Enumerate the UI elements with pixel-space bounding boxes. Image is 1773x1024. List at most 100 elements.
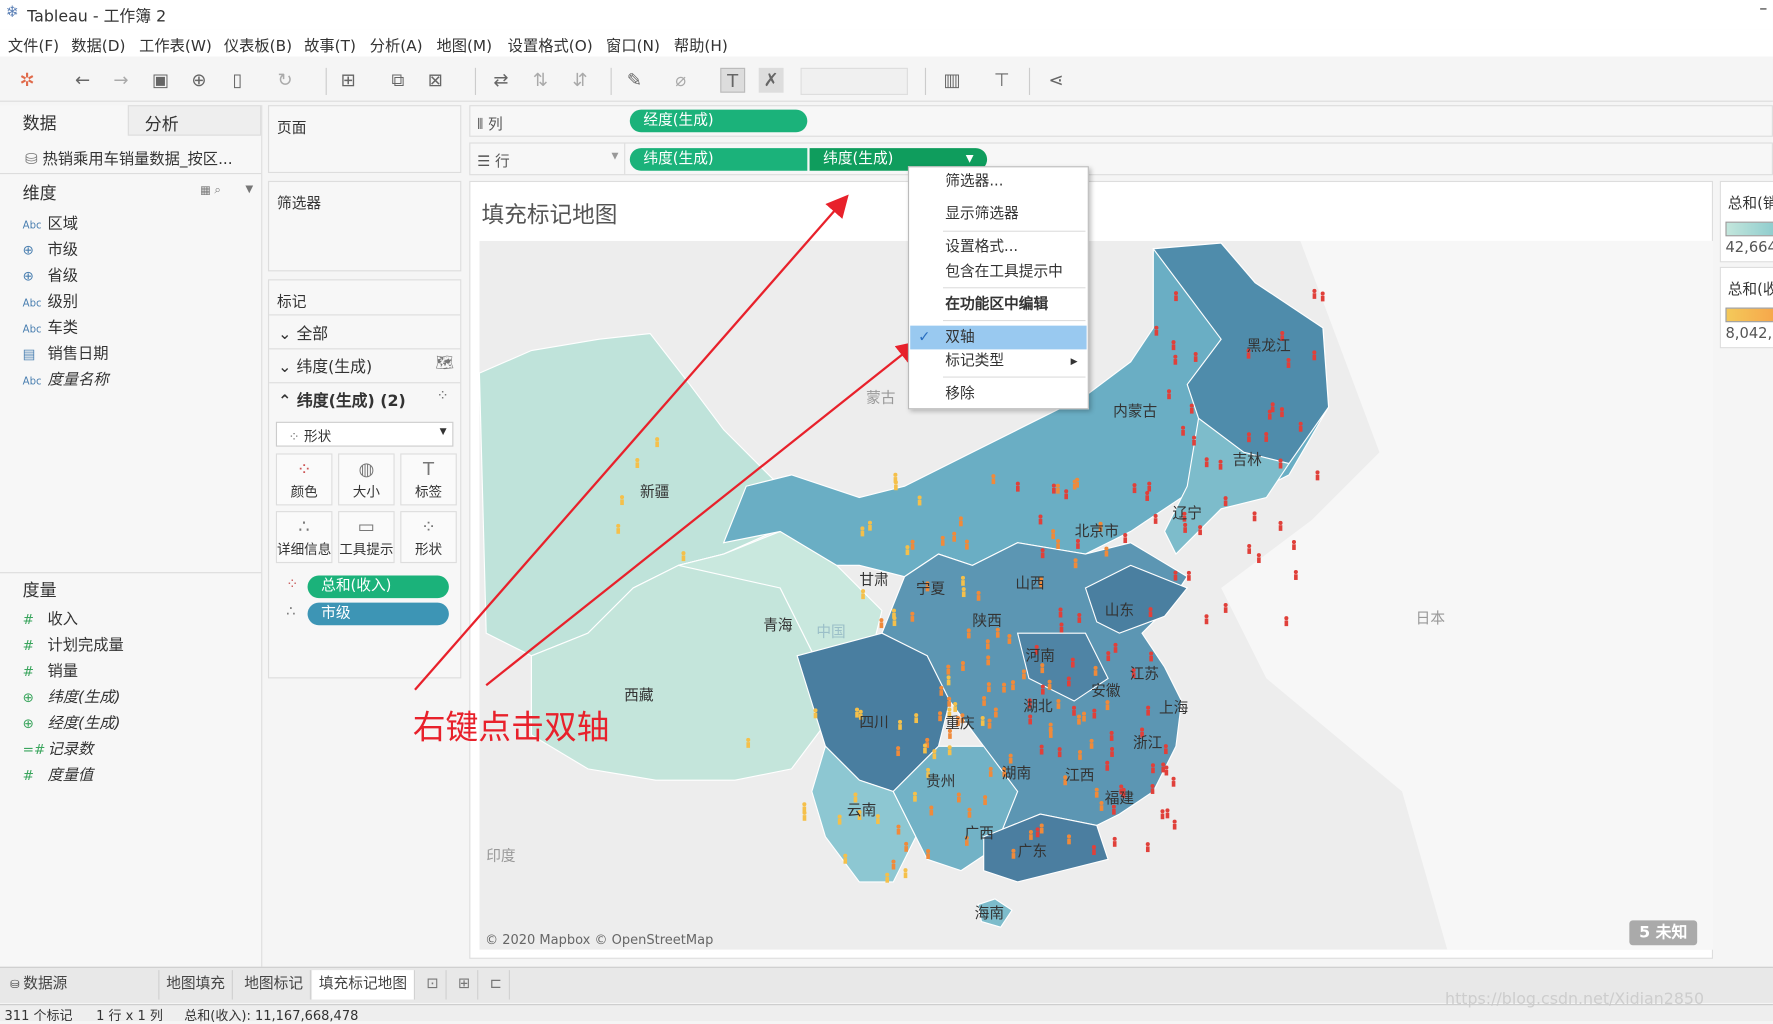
map-mark[interactable] [953,701,958,712]
map-mark[interactable] [1066,676,1071,687]
map-mark[interactable] [1094,787,1099,798]
map-mark[interactable] [1077,749,1083,760]
map-mark[interactable] [1252,511,1257,522]
map-mark[interactable] [1028,714,1033,725]
map-mark[interactable] [1172,819,1177,830]
map-mark[interactable] [1051,529,1056,540]
map-mark[interactable] [1267,409,1272,420]
marks-layer-all[interactable]: ⌄ 全部 [278,322,328,345]
measure-field[interactable]: # 度量值 [23,762,94,785]
map-mark[interactable] [1105,700,1110,711]
map-mark[interactable] [1104,546,1109,557]
map-mark[interactable] [1173,570,1178,581]
map-mark[interactable] [903,868,908,879]
dimension-field[interactable]: ▤ 销售日期 [23,340,109,363]
map-mark[interactable] [1001,682,1007,693]
map-mark[interactable] [1008,753,1013,764]
map-mark[interactable] [896,746,901,757]
menu-item-dual-axis[interactable]: ✓ 双轴 [910,325,1087,350]
legend-revenue[interactable]: 总和(收 8,042,0 [1719,266,1773,349]
map-mark[interactable] [914,713,919,724]
marks-layer-2[interactable]: ⌃ 纬度(生成) (2) [278,389,406,412]
map-mark[interactable] [1171,776,1176,787]
map-mark[interactable] [1149,651,1154,662]
map-mark[interactable] [1145,842,1150,853]
menu-item-edit-in-shelf[interactable]: 在功能区中编辑 [910,293,1086,317]
map-mark[interactable] [1105,760,1110,771]
show-me-icon[interactable]: ▥ [940,68,965,93]
map-mark[interactable] [1010,680,1016,691]
map-mark[interactable] [1171,340,1176,351]
map-mark[interactable] [1198,525,1203,536]
measure-field[interactable]: ⊕ 纬度(生成) [23,684,121,707]
swap-icon[interactable]: ⇄ [488,68,513,93]
map-mark[interactable] [1071,705,1077,716]
list-view-icon[interactable]: ▦ ⌕ [200,184,221,196]
map-mark[interactable] [1315,470,1320,481]
dimension-field[interactable]: Abc 区域 [23,210,78,233]
shape-button[interactable]: ⁘ 形状 [400,511,457,564]
map-mark[interactable] [1110,747,1115,757]
menu-item-include-tooltip[interactable]: 包含在工具提示中 [910,260,1086,284]
map-mark[interactable] [1165,808,1170,819]
map-mark[interactable] [1040,548,1045,559]
label-icon[interactable]: T [720,67,746,93]
map-mark[interactable] [867,520,872,531]
map-mark[interactable] [1278,520,1283,531]
map-mark[interactable] [1059,622,1064,633]
map-mark[interactable] [1073,558,1078,569]
menu-item-show-filter[interactable]: 显示筛选器 [910,202,1086,226]
map-mark[interactable] [987,718,992,729]
menu-file[interactable]: 文件(F) [8,33,59,55]
tab-data[interactable]: 数据 [0,105,128,136]
map-mark[interactable] [1048,727,1053,738]
fix-axes-icon[interactable]: ✗ [758,67,784,93]
map-mark[interactable] [802,810,807,821]
sort-asc-icon[interactable]: ⇅ [528,68,553,93]
save-icon[interactable]: ▣ [148,68,173,93]
map-mark[interactable] [964,539,969,550]
label-button[interactable]: T 标签 [400,453,457,506]
map-mark[interactable] [879,618,884,629]
menu-story[interactable]: 故事(T) [304,33,356,55]
map-mark[interactable] [1204,614,1209,625]
map-mark[interactable] [1278,458,1283,469]
share-icon[interactable]: ⋖ [1044,68,1069,93]
map-mark[interactable] [947,696,952,707]
map-mark[interactable] [1057,747,1062,758]
map-mark[interactable] [1112,836,1117,847]
menu-item-mark-type[interactable]: 标记类型 ▶ [910,349,1086,373]
map-mark[interactable] [912,791,917,802]
map-mark[interactable] [1312,288,1317,299]
map-mark[interactable] [1154,325,1159,336]
map-mark[interactable] [910,611,915,622]
unknown-values-badge[interactable]: 5 未知 [1629,920,1698,946]
map-mark[interactable] [1123,533,1128,544]
tab-sheet-map-fill[interactable]: 地图填充 [159,970,233,1000]
map-mark[interactable] [1070,657,1075,668]
menu-map[interactable]: 地图(M) [436,33,492,55]
map-mark[interactable] [1035,827,1040,838]
presentation-icon[interactable]: ⊤ [989,68,1014,93]
measure-field[interactable]: =# 记录数 [23,736,94,759]
map-mark[interactable] [1298,421,1303,432]
map-mark[interactable] [861,589,866,600]
map-mark[interactable] [1284,616,1289,627]
map-mark[interactable] [616,523,621,534]
legend-sales[interactable]: 总和(销 42,664 [1719,180,1773,263]
tab-analysis[interactable]: 分析 [127,105,262,136]
map-mark[interactable] [1163,744,1168,755]
map-mark[interactable] [1056,539,1061,549]
map-mark[interactable] [993,707,998,718]
map-mark[interactable] [1246,432,1251,443]
map-mark[interactable] [988,766,993,777]
map-mark[interactable] [1093,665,1098,676]
dimension-field[interactable]: Abc 车类 [23,314,78,337]
map-mark[interactable] [1181,425,1186,436]
map-mark[interactable] [681,551,686,562]
map-mark[interactable] [746,737,751,748]
map-mark[interactable] [1051,483,1056,494]
map-mark[interactable] [1021,669,1026,680]
new-datasource-icon[interactable]: ⊕ [187,68,212,93]
map-mark[interactable] [1015,481,1020,492]
